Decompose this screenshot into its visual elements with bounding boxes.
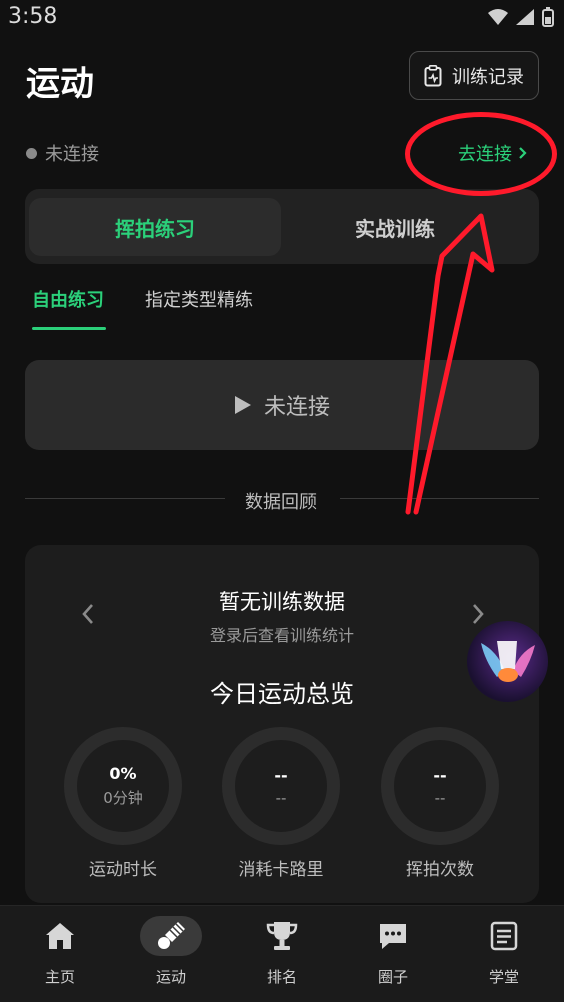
nav-label: 圈子 <box>377 968 408 986</box>
nav-label: 主页 <box>44 968 75 986</box>
nav-label: 运动 <box>155 968 186 986</box>
nav-icon-wrap <box>362 916 424 956</box>
nav-icon-wrap <box>140 916 202 956</box>
home-icon <box>46 923 74 949</box>
nav-item-home[interactable]: 主页 <box>4 906 116 1002</box>
nav-label: 学堂 <box>488 968 519 986</box>
document-icon <box>490 921 518 951</box>
nav-icon-wrap <box>251 916 313 956</box>
nav-label: 排名 <box>266 968 297 986</box>
annotation-arrow <box>405 213 495 515</box>
nav-item-academy[interactable]: 学堂 <box>448 906 560 1002</box>
nav-icon-wrap <box>29 916 91 956</box>
shuttlecock-icon <box>158 922 185 949</box>
chat-icon <box>380 924 406 949</box>
nav-icon-wrap <box>473 916 535 956</box>
nav-item-circle[interactable]: 圈子 <box>337 906 449 1002</box>
nav-item-ranking[interactable]: 排名 <box>226 906 338 1002</box>
trophy-icon <box>266 922 298 950</box>
bottom-nav: 主页 运动 排名 圈子 学堂 <box>0 905 564 1002</box>
nav-item-sports[interactable]: 运动 <box>115 906 227 1002</box>
